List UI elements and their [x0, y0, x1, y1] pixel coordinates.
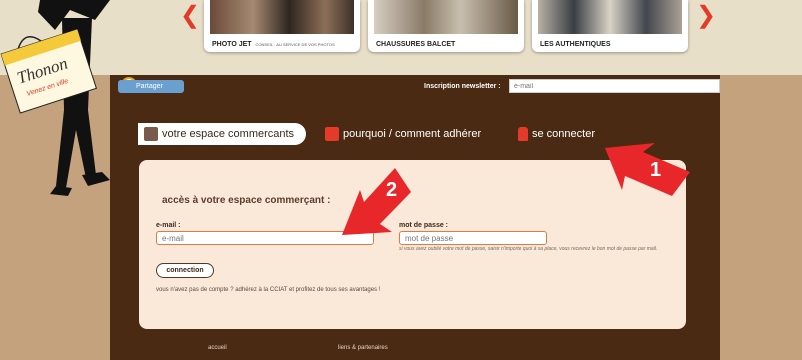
annotation-arrow-2: 2: [342, 168, 411, 235]
annotation-overlay: 1 2: [342, 143, 690, 235]
annotation-number-1: 1: [650, 159, 661, 181]
annotation-arrow-1: 1: [605, 143, 690, 196]
annotation-number-2: 2: [386, 179, 397, 201]
